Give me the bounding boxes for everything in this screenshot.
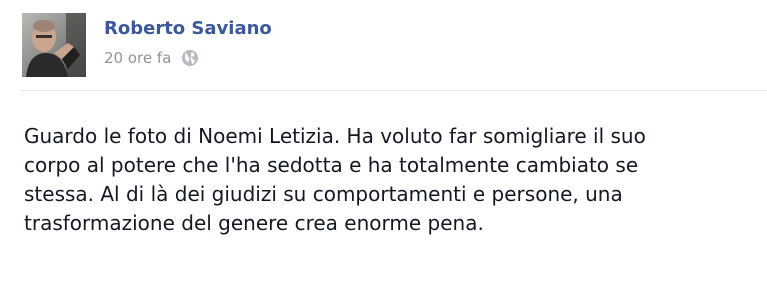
globe-icon[interactable] <box>181 49 199 67</box>
post-timestamp[interactable]: 20 ore fa <box>104 47 171 69</box>
author-name-link[interactable]: Roberto Saviano <box>104 17 272 41</box>
header-divider <box>20 90 767 91</box>
post-body: Guardo le foto di Noemi Letizia. Ha volu… <box>24 122 754 238</box>
profile-photo <box>22 13 86 77</box>
post-text-line: corpo al potere che l'ha sedotta e ha to… <box>24 153 639 177</box>
facebook-post: Roberto Saviano 20 ore fa Guardo le foto… <box>0 0 767 293</box>
post-text-line: Guardo le foto di Noemi Letizia. Ha volu… <box>24 124 646 148</box>
avatar[interactable] <box>22 13 86 77</box>
post-meta: 20 ore fa <box>104 47 199 69</box>
post-text-line: stessa. Al di là dei giudizi su comporta… <box>24 182 623 206</box>
post-text-line: trasformazione del genere crea enorme pe… <box>24 211 484 235</box>
